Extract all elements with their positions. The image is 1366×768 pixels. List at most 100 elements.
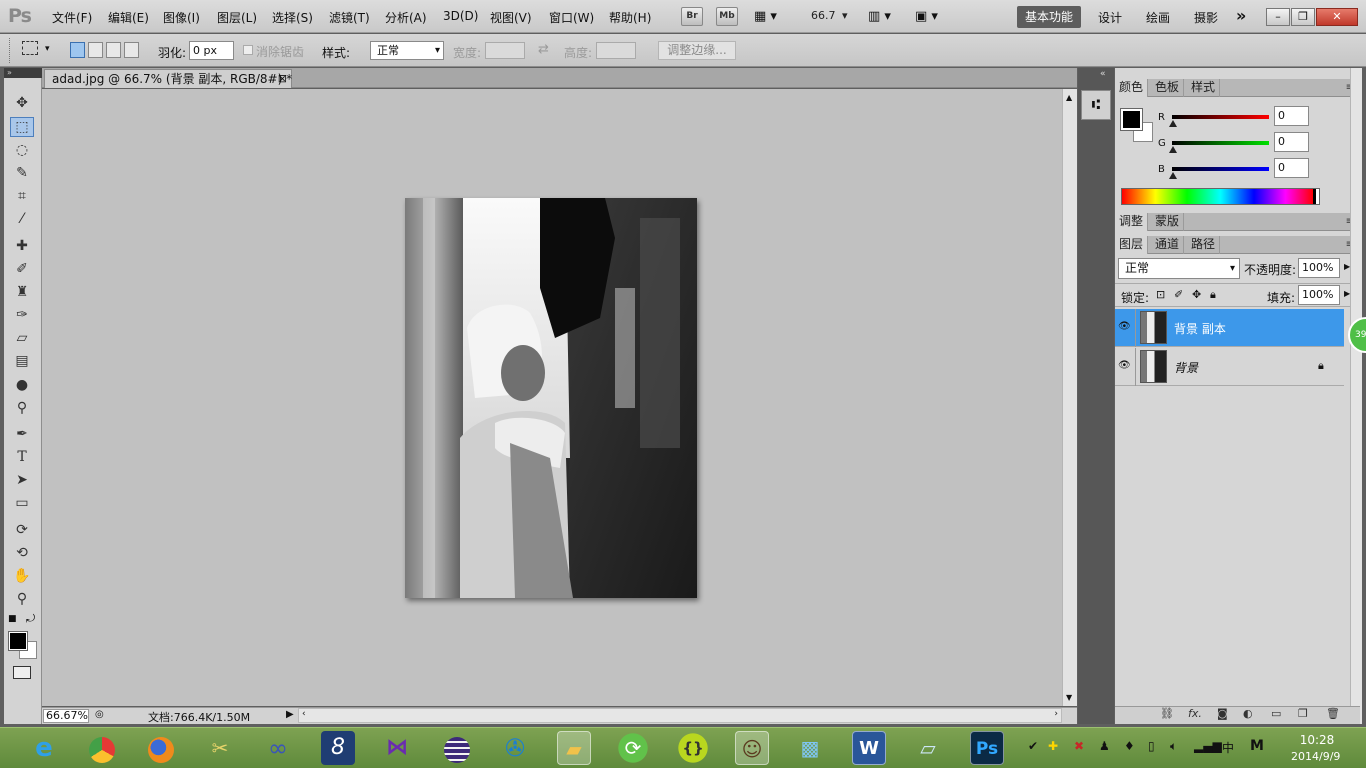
- type-tool-icon[interactable]: T: [10, 447, 34, 467]
- feather-input[interactable]: 0 px: [189, 41, 234, 60]
- tray-shield-icon[interactable]: ✔: [1028, 739, 1038, 753]
- link-layers-icon[interactable]: ⛓︎: [1160, 707, 1174, 720]
- bridge-button[interactable]: Br: [681, 7, 703, 26]
- lock-pixels-icon[interactable]: ✐: [1174, 288, 1183, 301]
- eyedropper-tool-icon[interactable]: ⁄: [10, 209, 34, 229]
- lasso-tool-icon[interactable]: ◌: [10, 140, 34, 160]
- menu-layer[interactable]: 图层(L): [217, 9, 257, 26]
- refresh-icon[interactable]: ⟳: [616, 731, 650, 765]
- layer-name[interactable]: 背景: [1174, 359, 1198, 376]
- r-slider-track[interactable]: [1172, 115, 1269, 119]
- notes-icon[interactable]: ▱: [911, 731, 945, 765]
- close-tab-icon[interactable]: ⊠: [278, 70, 287, 88]
- close-button[interactable]: ✕: [1316, 8, 1358, 26]
- zoom-tool-icon[interactable]: ⚲: [10, 589, 34, 609]
- scroll-left-icon[interactable]: ‹: [302, 709, 306, 719]
- menu-analysis[interactable]: 分析(A): [385, 9, 427, 26]
- brush-tool-icon[interactable]: ✐: [10, 259, 34, 279]
- 3d-rotate-icon[interactable]: ⟳: [10, 520, 34, 540]
- restore-button[interactable]: ❐: [1291, 8, 1315, 26]
- new-group-icon[interactable]: ▭: [1271, 707, 1281, 720]
- horizontal-scrollbar[interactable]: ‹ ›: [298, 708, 1062, 723]
- new-layer-icon[interactable]: ❐: [1298, 707, 1308, 720]
- workspace-design[interactable]: 设计: [1098, 9, 1122, 26]
- pen-tool-icon[interactable]: ✒: [10, 424, 34, 444]
- eclipse-icon[interactable]: [440, 731, 474, 765]
- eye-icon[interactable]: 👁︎: [1118, 321, 1131, 332]
- dodge-tool-icon[interactable]: ⚲: [10, 398, 34, 418]
- opacity-input[interactable]: 100%: [1298, 258, 1340, 278]
- screen-mode-icon[interactable]: ▣ ▾: [915, 9, 947, 24]
- arrange-documents-icon[interactable]: ▥ ▾: [868, 9, 900, 24]
- menu-help[interactable]: 帮助(H): [609, 9, 651, 26]
- menu-view[interactable]: 视图(V): [490, 9, 532, 26]
- menu-select[interactable]: 选择(S): [272, 9, 313, 26]
- chevron-down-icon[interactable]: ▾: [45, 44, 50, 54]
- tools-icon[interactable]: ✂: [203, 731, 237, 765]
- 3d-orbit-icon[interactable]: ⟲: [10, 543, 34, 563]
- foreground-color-swatch[interactable]: [8, 631, 28, 651]
- quick-mask-icon[interactable]: [13, 666, 31, 679]
- grip-handle[interactable]: [9, 38, 13, 63]
- avatar-icon[interactable]: ☺: [735, 731, 769, 765]
- media-icon[interactable]: ✇: [498, 731, 532, 765]
- default-colors-icon[interactable]: ■: [8, 614, 17, 624]
- zoom-input[interactable]: 66.67%: [43, 709, 89, 723]
- vertical-scrollbar[interactable]: ▲ ▼: [1062, 89, 1077, 706]
- color-spectrum[interactable]: [1121, 188, 1320, 205]
- tray-qq-icon[interactable]: ♟: [1099, 739, 1110, 753]
- brackets-icon[interactable]: {}: [676, 731, 710, 765]
- clone-stamp-icon[interactable]: ♜: [10, 282, 34, 302]
- tab-adjustments[interactable]: 调整: [1115, 213, 1149, 231]
- tab-masks[interactable]: 蒙版: [1151, 213, 1185, 231]
- folder-icon[interactable]: ▰: [557, 731, 591, 765]
- photo-viewer-icon[interactable]: ▩: [793, 731, 827, 765]
- hand-tool-icon[interactable]: ✋: [10, 566, 34, 586]
- workspace-more[interactable]: »: [1236, 6, 1246, 25]
- volume-icon[interactable]: 🔈︎: [1170, 739, 1177, 754]
- add-mask-icon[interactable]: ◙: [1217, 707, 1228, 720]
- scroll-up-icon[interactable]: ▲: [1066, 93, 1072, 102]
- word-icon[interactable]: W: [852, 731, 886, 765]
- mini-bridge-button[interactable]: Mb: [716, 7, 738, 26]
- width-input[interactable]: [485, 42, 525, 59]
- refine-edge-button[interactable]: 调整边缘...: [658, 41, 736, 60]
- eye-icon[interactable]: 👁︎: [1118, 360, 1131, 371]
- gradient-tool-icon[interactable]: ▤: [10, 351, 34, 371]
- path-select-icon[interactable]: ➤: [10, 470, 34, 490]
- minimize-button[interactable]: –: [1266, 8, 1290, 26]
- document-tab[interactable]: adad.jpg @ 66.7% (背景 副本, RGB/8#) * ⊠: [44, 69, 292, 88]
- b-slider-track[interactable]: [1172, 167, 1269, 171]
- add-selection-icon[interactable]: [88, 42, 103, 58]
- g-slider-track[interactable]: [1172, 141, 1269, 145]
- g-value-input[interactable]: 0: [1274, 132, 1309, 152]
- eraser-tool-icon[interactable]: ▱: [10, 328, 34, 348]
- lock-position-icon[interactable]: ✥: [1192, 288, 1201, 301]
- photoshop-icon[interactable]: Ps: [970, 731, 1004, 765]
- ime-chinese-icon[interactable]: 中: [1222, 739, 1234, 756]
- lock-transparent-icon[interactable]: ⊡: [1156, 288, 1165, 301]
- antialias-checkbox[interactable]: [243, 45, 253, 55]
- tab-layers[interactable]: 图层: [1115, 236, 1149, 254]
- delete-layer-icon[interactable]: 🗑︎: [1326, 707, 1340, 720]
- ie-icon[interactable]: e: [27, 731, 61, 765]
- document-image[interactable]: [405, 198, 697, 598]
- intersect-selection-icon[interactable]: [124, 42, 139, 58]
- swap-icon[interactable]: ⇄: [538, 42, 549, 57]
- visual-studio-icon[interactable]: ⋈: [380, 731, 414, 765]
- scroll-down-icon[interactable]: ▼: [1066, 693, 1072, 702]
- healing-brush-icon[interactable]: ✚: [10, 236, 34, 256]
- b-value-input[interactable]: 0: [1274, 158, 1309, 178]
- tab-channels[interactable]: 通道: [1151, 236, 1185, 254]
- crop-tool-icon[interactable]: ⌗: [10, 186, 34, 206]
- scroll-right-icon[interactable]: ›: [1054, 709, 1058, 719]
- menu-image[interactable]: 图像(I): [163, 9, 200, 26]
- view-extras-icon[interactable]: ▦ ▾: [754, 9, 784, 24]
- chrome-icon[interactable]: [85, 731, 119, 765]
- foreground-color-chip[interactable]: [1120, 108, 1143, 131]
- menu-3d[interactable]: 3D(D): [443, 9, 478, 23]
- swap-colors-icon[interactable]: ⤾: [26, 612, 35, 626]
- rect-marquee-icon[interactable]: [22, 41, 38, 55]
- new-selection-icon[interactable]: [70, 42, 85, 58]
- adjustment-layer-icon[interactable]: ◐: [1243, 707, 1253, 720]
